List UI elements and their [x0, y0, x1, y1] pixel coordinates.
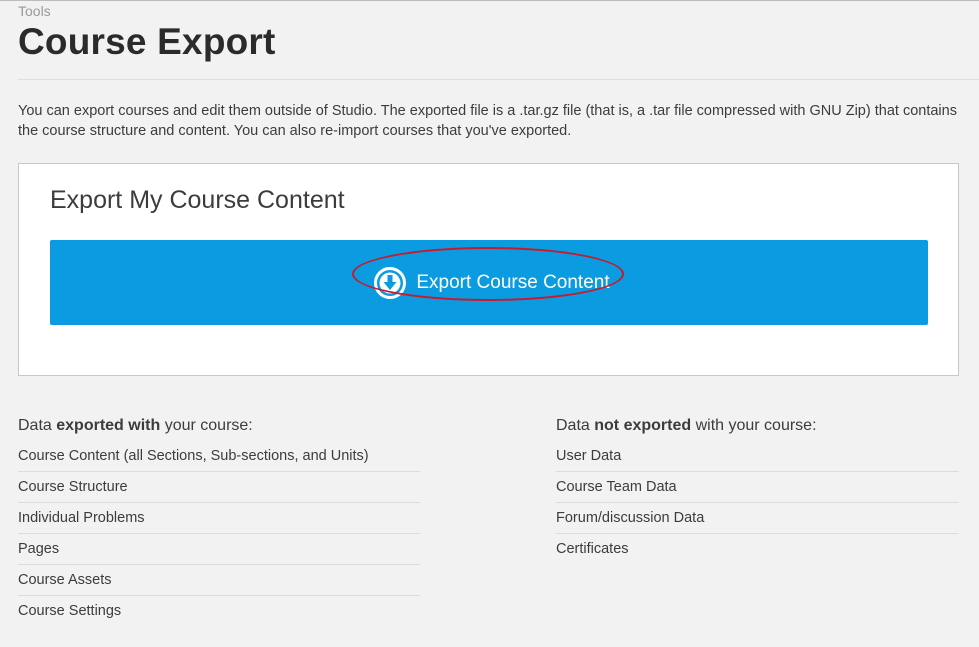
list-item: User Data — [556, 445, 959, 472]
list-item: Certificates — [556, 541, 629, 557]
list-item: Course Content (all Sections, Sub-sectio… — [18, 445, 420, 472]
list-item: Forum/discussion Data — [556, 503, 959, 534]
intro-text: You can export courses and edit them out… — [18, 103, 957, 139]
list-item: Individual Problems — [18, 503, 420, 534]
exported-data-section: Data exported with your course: Course C… — [18, 417, 420, 627]
exported-data-list: Course Content (all Sections, Sub-sectio… — [18, 445, 420, 627]
title-divider — [18, 79, 979, 80]
highlight-ellipse — [352, 246, 625, 301]
export-course-content-button[interactable]: Export Course Content — [50, 240, 928, 325]
list-item: Course Structure — [18, 472, 420, 503]
list-item: Course Team Data — [556, 472, 959, 503]
not-exported-data-list: User Data Course Team Data Forum/discuss… — [556, 445, 959, 565]
list-item: Pages — [18, 534, 420, 565]
course-export-page: Tools Course Export You can export cours… — [0, 0, 979, 647]
page-title: Course Export — [18, 21, 276, 62]
export-button-content: Export Course Content — [352, 246, 625, 301]
exported-data-heading: Data exported with your course: — [18, 417, 253, 434]
breadcrumb[interactable]: Tools — [18, 3, 51, 19]
not-exported-data-heading: Data not exported with your course: — [556, 417, 817, 434]
export-card-title: Export My Course Content — [50, 186, 345, 214]
not-exported-data-section: Data not exported with your course: User… — [556, 417, 959, 565]
list-item: Course Assets — [18, 565, 420, 596]
export-card: Export My Course Content Export Course C… — [18, 163, 959, 376]
list-item: Course Settings — [18, 603, 122, 619]
